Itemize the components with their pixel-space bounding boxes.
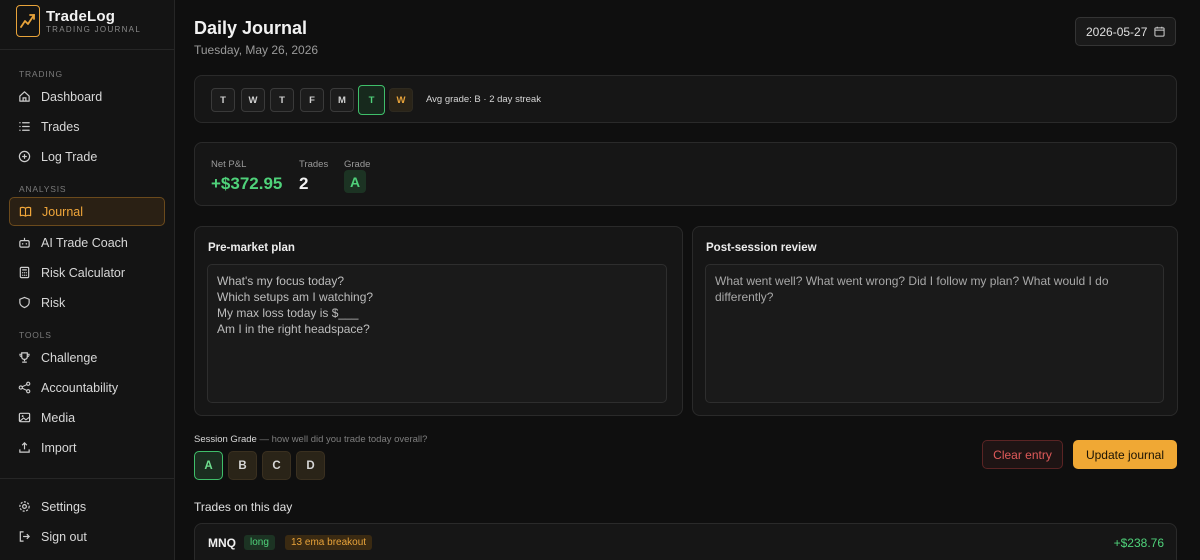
- sidebar-item-label: Dashboard: [41, 89, 103, 104]
- clear-entry-button[interactable]: Clear entry: [982, 440, 1063, 469]
- section-label-analysis: ANALYSIS: [19, 184, 67, 194]
- page-title: Daily Journal: [194, 18, 308, 38]
- brand-subtitle: TRADING JOURNAL: [46, 24, 142, 34]
- day-button[interactable]: T: [270, 88, 294, 112]
- sidebar-item-label: Sign out: [41, 529, 87, 544]
- share-icon: [18, 381, 31, 394]
- brand[interactable]: TradeLog TRADING JOURNAL: [16, 5, 141, 37]
- upload-icon: [18, 441, 31, 454]
- sidebar-item-dashboard[interactable]: Dashboard: [9, 82, 165, 111]
- sidebar-item-label: Risk: [41, 295, 66, 310]
- sidebar-item-ai-trade-coach[interactable]: AI Trade Coach: [9, 228, 165, 257]
- sidebar-item-label: Trades: [41, 119, 80, 134]
- section-label-tools: TOOLS: [19, 330, 52, 340]
- post-session-review-card: Post-session review What went well? What…: [692, 226, 1178, 416]
- sidebar: TradeLog TRADING JOURNAL TRADING Dashboa…: [0, 0, 175, 560]
- date-picker[interactable]: 2026-05-27: [1075, 17, 1176, 46]
- page-subtitle: Tuesday, May 26, 2026: [194, 43, 319, 57]
- logo-chart-icon: [16, 5, 40, 37]
- day-button[interactable]: T: [211, 88, 235, 112]
- sidebar-item-risk[interactable]: Risk: [9, 288, 165, 317]
- logout-icon: [18, 530, 31, 543]
- sidebar-item-trades[interactable]: Trades: [9, 112, 165, 141]
- trophy-icon: [18, 351, 31, 364]
- sidebar-item-settings[interactable]: Settings: [9, 492, 165, 521]
- plus-circle-icon: [18, 150, 31, 163]
- sidebar-item-challenge[interactable]: Challenge: [9, 343, 165, 372]
- sidebar-item-label: AI Trade Coach: [41, 235, 128, 250]
- brand-name: TradeLog: [46, 7, 116, 25]
- sidebar-item-import[interactable]: Import: [9, 433, 165, 462]
- sidebar-item-label: Media: [41, 410, 76, 425]
- home-icon: [18, 90, 31, 103]
- sidebar-item-label: Import: [41, 440, 77, 455]
- day-stats: Net P&L +$372.95 Trades 2 Grade A: [194, 142, 1177, 206]
- divider: [0, 49, 175, 50]
- image-icon: [18, 411, 31, 424]
- postsession-title: Post-session review: [706, 242, 817, 254]
- divider: [0, 478, 175, 479]
- day-button[interactable]: W: [389, 88, 413, 112]
- session-grade-title: Session Grade: [194, 434, 257, 445]
- premarket-plan-card: Pre-market plan What's my focus today? W…: [194, 226, 683, 416]
- sidebar-item-journal[interactable]: Journal: [9, 197, 165, 226]
- session-grade-hint: — how well did you trade today overall?: [259, 434, 428, 445]
- trades-count: 2: [299, 174, 309, 193]
- sidebar-item-sign-out[interactable]: Sign out: [9, 522, 165, 551]
- grade-badge: A: [344, 170, 366, 193]
- trades-heading: Trades on this day: [194, 500, 293, 514]
- day-button[interactable]: F: [300, 88, 324, 112]
- calculator-icon: [18, 266, 31, 279]
- post-session-review-textarea[interactable]: What went well? What went wrong? Did I f…: [705, 264, 1164, 403]
- grade-option-a[interactable]: A: [194, 451, 223, 480]
- trade-setup-badge: 13 ema breakout: [285, 535, 373, 550]
- update-journal-button[interactable]: Update journal: [1073, 440, 1177, 469]
- sidebar-item-accountability[interactable]: Accountability: [9, 373, 165, 402]
- calendar-icon[interactable]: [1154, 26, 1165, 40]
- session-grade-label: Session Grade — how well did you trade t…: [194, 434, 427, 445]
- trade-side-badge: long: [244, 535, 275, 550]
- grade-option-c[interactable]: C: [262, 451, 291, 480]
- sidebar-item-label: Settings: [41, 499, 87, 514]
- trade-pnl: +$238.76: [1113, 536, 1164, 550]
- trades-label: Trades: [299, 159, 329, 170]
- grade-option-b[interactable]: B: [228, 451, 257, 480]
- net-pnl-label: Net P&L: [211, 159, 247, 170]
- premarket-title: Pre-market plan: [208, 242, 295, 254]
- section-label-trading: TRADING: [19, 69, 63, 79]
- date-value: 2026-05-27: [1086, 24, 1148, 39]
- book-icon: [19, 205, 32, 218]
- trade-symbol: MNQ: [208, 536, 236, 550]
- day-button-today[interactable]: T: [358, 85, 385, 115]
- main-content: Daily Journal Tuesday, May 26, 2026 2026…: [176, 0, 1200, 560]
- sidebar-item-media[interactable]: Media: [9, 403, 165, 432]
- day-button[interactable]: M: [330, 88, 354, 112]
- grade-label: Grade: [344, 159, 371, 170]
- sidebar-item-label: Challenge: [41, 350, 98, 365]
- list-icon: [18, 120, 31, 133]
- shield-icon: [18, 296, 31, 309]
- sidebar-item-log-trade[interactable]: Log Trade: [9, 142, 165, 171]
- sidebar-item-label: Risk Calculator: [41, 265, 126, 280]
- week-summary: Avg grade: B · 2 day streak: [426, 94, 541, 105]
- net-pnl-value: +$372.95: [211, 174, 283, 193]
- day-button[interactable]: W: [241, 88, 265, 112]
- trade-row[interactable]: MNQ long 13 ema breakout +$238.76: [194, 523, 1177, 560]
- sidebar-item-risk-calculator[interactable]: Risk Calculator: [9, 258, 165, 287]
- week-strip: T W T F M T W Avg grade: B · 2 day strea…: [194, 75, 1177, 123]
- grade-option-d[interactable]: D: [296, 451, 325, 480]
- premarket-plan-textarea[interactable]: What's my focus today? Which setups am I…: [207, 264, 667, 403]
- robot-icon: [18, 236, 31, 249]
- sidebar-item-label: Journal: [42, 204, 83, 219]
- gear-icon: [18, 500, 31, 513]
- sidebar-item-label: Log Trade: [41, 149, 98, 164]
- sidebar-item-label: Accountability: [41, 380, 119, 395]
